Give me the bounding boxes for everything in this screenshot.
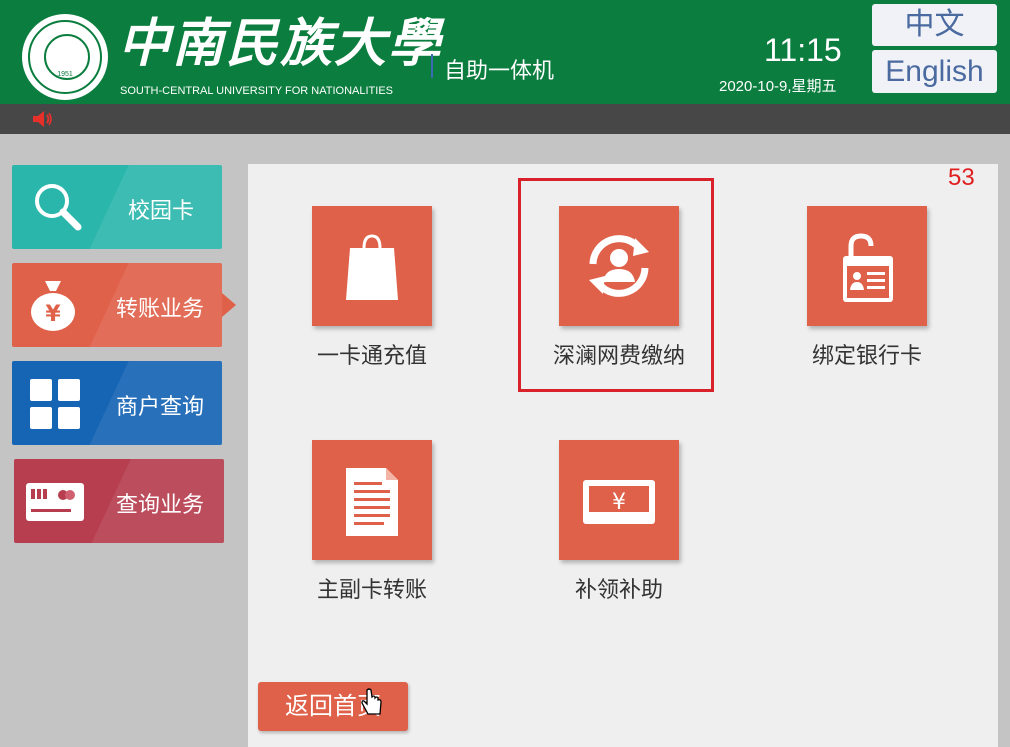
kiosk-subtitle: 自助一体机	[444, 59, 555, 84]
sidebar-item-label: 商户查询	[116, 395, 205, 420]
sidebar-item-label: 转账业务	[116, 297, 205, 322]
tile-label: 主副卡转账	[316, 578, 427, 603]
sidebar-item-query-services[interactable]: 查询业务	[14, 459, 224, 543]
tile-label: 一卡通充值	[316, 344, 427, 369]
bank-card-icon	[26, 483, 84, 521]
university-name-en: SOUTH-CENTRAL UNIVERSITY FOR NATIONALITI…	[120, 85, 393, 97]
sidebar-item-campus-card[interactable]: 校园卡	[12, 165, 222, 249]
svg-text:¥: ¥	[45, 302, 61, 327]
language-chinese-button[interactable]: 中文	[872, 4, 997, 46]
tile-subsidy[interactable]: ¥	[559, 440, 679, 560]
countdown-timer: 53	[948, 164, 975, 191]
hand-cursor-icon	[361, 688, 382, 715]
tile-bind-bank-card[interactable]	[807, 206, 927, 326]
sidebar-item-merchant-query[interactable]: 商户查询	[12, 361, 222, 445]
yuan-card-icon: ¥	[583, 480, 655, 524]
tile-label: 补领补助	[574, 578, 663, 603]
tile-label: 绑定银行卡	[811, 344, 922, 369]
university-logo: 1951	[22, 14, 108, 100]
selection-highlight	[518, 178, 714, 392]
unlock-id-card-icon	[843, 233, 893, 302]
active-indicator-arrow	[222, 293, 236, 317]
shopping-bag-icon	[346, 234, 398, 300]
tile-card-recharge[interactable]	[312, 206, 432, 326]
clock-date: 2020-10-9,星期五	[719, 78, 837, 95]
grid-icon	[30, 379, 80, 429]
toolbar-strip	[0, 104, 1010, 134]
money-bag-icon: ¥	[31, 281, 75, 331]
speaker-icon[interactable]	[32, 110, 54, 128]
sidebar-item-transfer[interactable]: ¥ 转账业务	[12, 263, 222, 347]
document-icon	[346, 468, 398, 536]
svg-text:¥: ¥	[612, 490, 626, 515]
sidebar-item-label: 校园卡	[128, 199, 195, 224]
sidebar-item-label: 查询业务	[116, 493, 205, 518]
university-name-cn: 中南民族大學	[118, 13, 443, 74]
search-icon	[35, 184, 82, 231]
back-home-button[interactable]: 返回首页	[258, 682, 408, 731]
header-divider	[431, 54, 433, 78]
language-english-button[interactable]: English	[872, 50, 997, 93]
clock-time: 11:15	[764, 32, 842, 68]
logo-year: 1951	[57, 71, 73, 78]
tile-sub-card-transfer[interactable]	[312, 440, 432, 560]
